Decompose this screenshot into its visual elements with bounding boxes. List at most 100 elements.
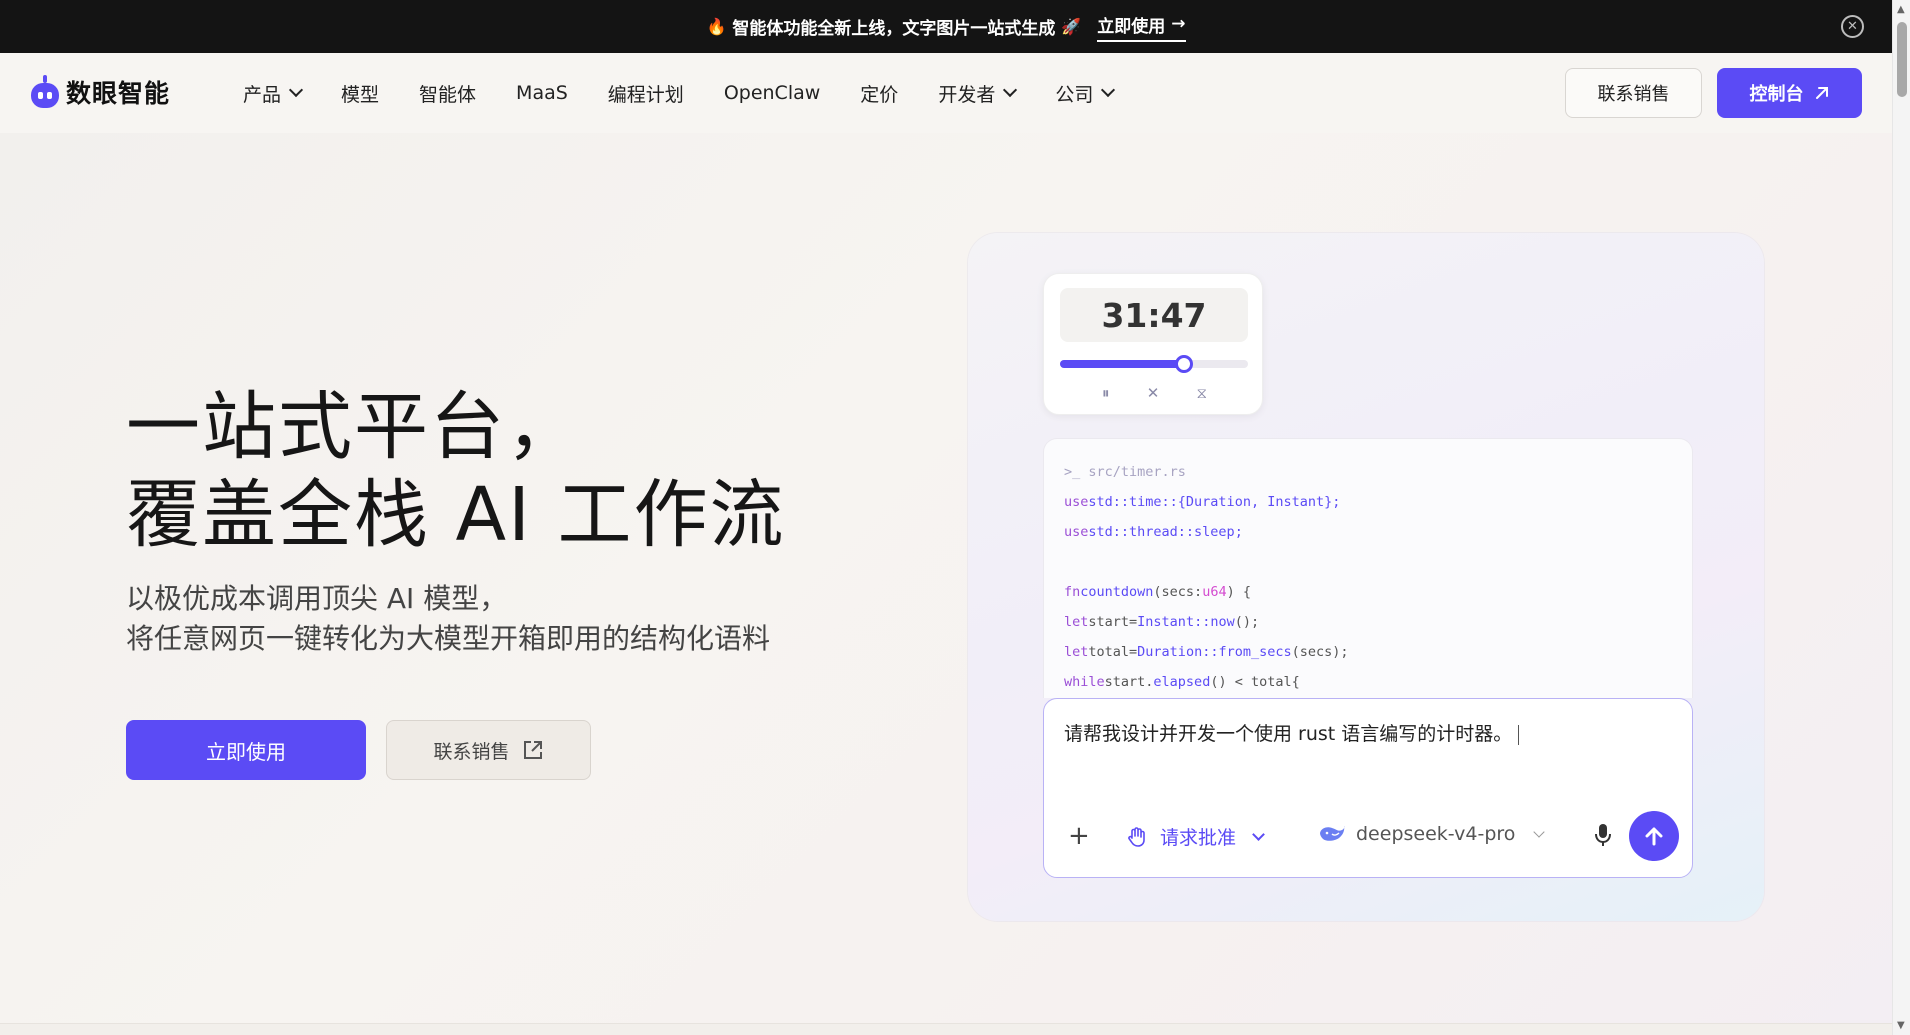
close-icon[interactable]: ✕: [1841, 15, 1864, 38]
arrow-up-right-icon: [1815, 87, 1828, 99]
flame-icon: 🔥: [706, 17, 727, 36]
navbar: 数眼智能 产品 模型 智能体 MaaS 编程计划 OpenClaw 定价 开发者 公司 联系销售…: [0, 53, 1892, 133]
code-token: use: [1064, 494, 1089, 510]
contact-sales-button[interactable]: 联系销售: [1565, 68, 1702, 118]
hero-subtitle: 以极优成本调用顶尖 AI 模型， 将任意网页一键转化为大模型开箱即用的结构化语料: [126, 579, 770, 659]
approval-dropdown[interactable]: 请求批准: [1126, 823, 1265, 850]
code-token: ) {: [1226, 584, 1251, 600]
page-scrollbar[interactable]: ▲ ▼: [1892, 0, 1910, 1035]
nav-item-label: 模型: [341, 83, 380, 106]
code-token: fn: [1064, 584, 1081, 600]
chevron-down-icon: [1003, 82, 1018, 98]
timer-slider-knob[interactable]: [1175, 355, 1194, 373]
code-token: () < total{: [1210, 674, 1300, 690]
code-token: Duration::from_secs: [1137, 644, 1292, 660]
announcement-text: 智能体功能全新上线，文字图片一站式生成: [732, 19, 1056, 39]
nav-item-1[interactable]: 模型: [341, 80, 379, 107]
nav-item-label: 开发者: [938, 83, 996, 106]
timer-widget: 31:47 ⏸︎ ✕ ⧖: [1043, 273, 1263, 415]
console-button[interactable]: 控制台: [1717, 68, 1862, 118]
console-button-label: 控制台: [1749, 84, 1804, 105]
model-selector[interactable]: deepseek-v4-pro: [1318, 823, 1546, 845]
start-now-button[interactable]: 立即使用: [126, 720, 366, 780]
external-link-icon: [523, 741, 542, 759]
code-token: std::thread::sleep;: [1088, 524, 1243, 540]
nav-item-8[interactable]: 公司: [1055, 80, 1116, 107]
approval-label: 请求批准: [1160, 827, 1237, 849]
code-token: start=: [1088, 614, 1138, 630]
robot-logo-icon: [30, 75, 60, 109]
nav-item-label: MaaS: [516, 82, 568, 104]
prompt-toolbar: + 请求批准 deepseek-v4-pro: [1064, 811, 1679, 861]
hand-icon: [1128, 826, 1145, 847]
code-line: fncountdown(secs:u64) {: [1064, 577, 1672, 607]
code-file-path: >_ src/timer.rs: [1064, 464, 1186, 480]
code-token: while: [1064, 674, 1105, 690]
scroll-up-icon[interactable]: ▲: [1897, 4, 1905, 15]
nav-item-label: 公司: [1055, 83, 1094, 106]
microphone-icon[interactable]: [1592, 821, 1614, 853]
nav-item-3[interactable]: MaaS: [516, 82, 568, 104]
scrollbar-thumb[interactable]: [1897, 22, 1907, 97]
hourglass-icon[interactable]: ⧖: [1196, 384, 1207, 402]
timer-controls: ⏸︎ ✕ ⧖: [1102, 384, 1207, 402]
code-token: Instant::now: [1137, 614, 1235, 630]
close-icon[interactable]: ✕: [1147, 384, 1160, 402]
nav-item-0[interactable]: 产品: [243, 80, 304, 107]
code-preview: >_ src/timer.rs usestd::time::{Duration,…: [1043, 438, 1693, 698]
code-line: usestd::thread::sleep;: [1064, 517, 1672, 547]
chevron-down-icon: [1101, 82, 1116, 98]
nav-item-2[interactable]: 智能体: [419, 80, 476, 107]
plus-icon[interactable]: +: [1068, 821, 1090, 851]
hero-contact-sales-label: 联系销售: [433, 740, 510, 763]
prompt-box[interactable]: 请帮我设计并开发一个使用 rust 语言编写的计时器。 + 请求批准 deeps…: [1043, 698, 1693, 878]
nav-item-7[interactable]: 开发者: [938, 80, 1018, 107]
code-line: lettotal=Duration::from_secs(secs);: [1064, 637, 1672, 667]
code-line: letstart=Instant::now();: [1064, 607, 1672, 637]
timer-display: 31:47: [1060, 288, 1248, 342]
nav-item-4[interactable]: 编程计划: [608, 80, 684, 107]
text-caret: [1518, 724, 1520, 745]
nav-item-5[interactable]: OpenClaw: [724, 82, 820, 104]
timer-progress-track[interactable]: [1060, 355, 1248, 373]
code-token: let: [1064, 644, 1089, 660]
whale-icon: [1320, 826, 1345, 841]
hero-contact-sales-button[interactable]: 联系销售: [386, 720, 591, 780]
code-line: usestd::time::{Duration, Instant};: [1064, 487, 1672, 517]
nav-item-label: 定价: [860, 83, 899, 106]
send-button[interactable]: [1629, 811, 1679, 861]
arrow-right-icon: →: [1171, 14, 1186, 34]
hero-title-line-1: 一站式平台，: [126, 384, 582, 470]
announcement-bar: 🔥 智能体功能全新上线，文字图片一站式生成 🚀 立即使用 → ✕: [0, 0, 1892, 53]
code-token: start.: [1104, 674, 1154, 690]
hero-section: 一站式平台， 覆盖全栈 AI 工作流 以极优成本调用顶尖 AI 模型， 将任意网…: [0, 133, 1892, 1023]
pause-icon[interactable]: ⏸︎: [1102, 384, 1110, 402]
code-token: ();: [1234, 614, 1260, 630]
chevron-down-icon: [288, 82, 304, 98]
prompt-text: 请帮我设计并开发一个使用 rust 语言编写的计时器。: [1064, 723, 1513, 745]
scroll-down-icon[interactable]: ▼: [1897, 1020, 1905, 1031]
logo-text: 数眼智能: [66, 79, 171, 108]
chevron-down-icon: [1533, 825, 1546, 838]
page: 🔥 智能体功能全新上线，文字图片一站式生成 🚀 立即使用 → ✕ 数眼智能 产品…: [0, 0, 1910, 1035]
hero-subtitle-line-1: 以极优成本调用顶尖 AI 模型，: [126, 582, 508, 615]
code-token: u64: [1202, 584, 1227, 600]
hero-title: 一站式平台， 覆盖全栈 AI 工作流: [126, 383, 786, 559]
prompt-input[interactable]: 请帮我设计并开发一个使用 rust 语言编写的计时器。: [1064, 719, 1520, 746]
demo-card: 31:47 ⏸︎ ✕ ⧖ >_ src/timer.rs usestd::tim…: [968, 233, 1764, 921]
nav-item-6[interactable]: 定价: [860, 80, 898, 107]
nav-item-label: OpenClaw: [723, 82, 821, 104]
logo[interactable]: 数眼智能: [30, 74, 170, 110]
hero-title-line-2: 覆盖全栈 AI 工作流: [126, 472, 786, 558]
code-token: countdown: [1080, 584, 1154, 600]
nav-item-label: 产品: [243, 83, 282, 106]
hero-subtitle-line-2: 将任意网页一键转化为大模型开箱即用的结构化语料: [126, 622, 771, 655]
announcement-cta-link[interactable]: 立即使用 →: [1097, 12, 1186, 42]
nav-item-label: 智能体: [419, 83, 477, 106]
code-token: total=: [1088, 644, 1138, 660]
arrow-up-icon: [1645, 827, 1663, 846]
model-label: deepseek-v4-pro: [1356, 823, 1516, 845]
code-token: (secs);: [1291, 644, 1349, 660]
code-line: whilestart.elapsed() < total{: [1064, 667, 1672, 697]
